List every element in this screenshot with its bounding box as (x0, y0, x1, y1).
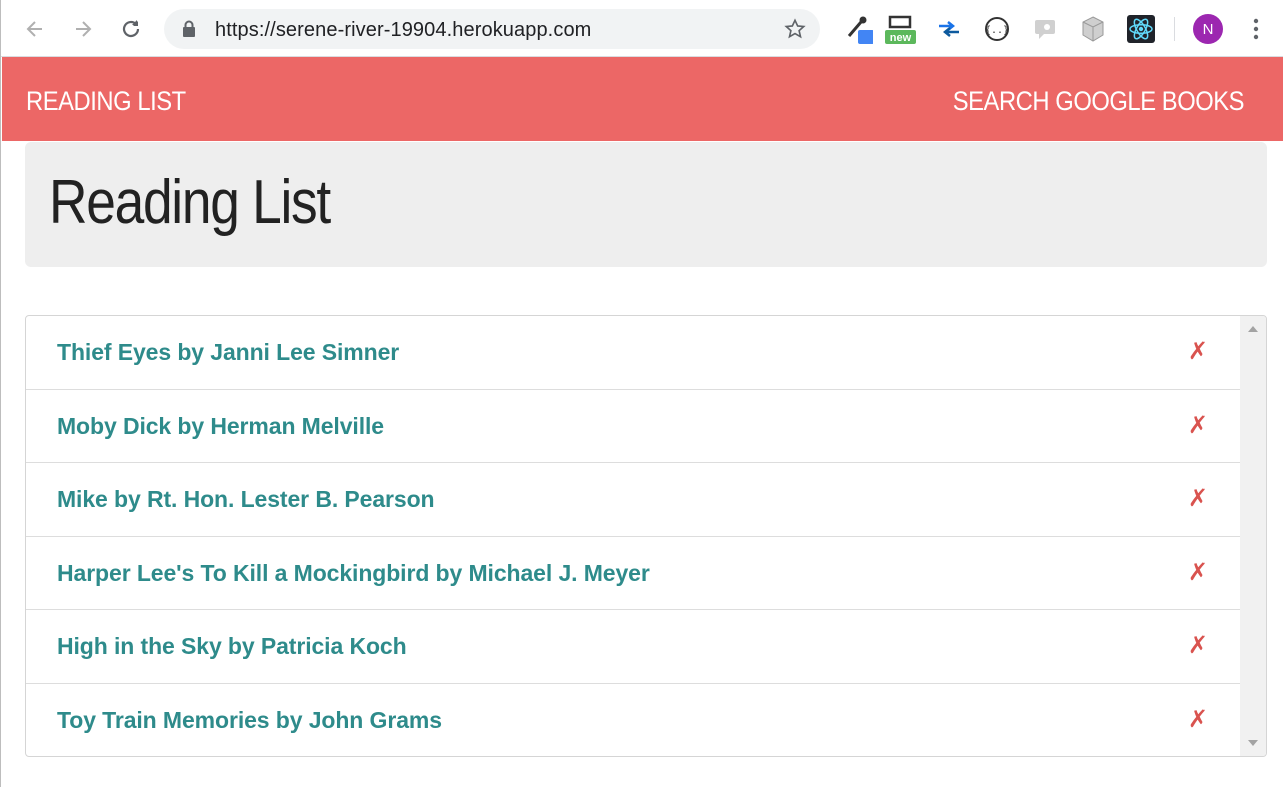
browser-toolbar: https://serene-river-19904.herokuapp.com… (1, 0, 1283, 57)
scroll-up-arrow-icon[interactable] (1248, 326, 1258, 332)
delete-button[interactable]: ✗ (1188, 411, 1208, 439)
address-bar[interactable]: https://serene-river-19904.herokuapp.com (164, 9, 820, 49)
bookmark-star-icon[interactable] (784, 18, 806, 40)
new-badge: new (890, 32, 912, 44)
more-vert-icon (1253, 18, 1259, 40)
book-title-link[interactable]: Toy Train Memories by John Grams (57, 707, 442, 734)
profile-avatar[interactable]: N (1193, 14, 1223, 44)
reload-button[interactable] (115, 13, 147, 45)
list-item: High in the Sky by Patricia Koch ✗ (26, 610, 1240, 684)
back-arrow-icon (26, 21, 42, 37)
screen-capture-icon[interactable]: new (884, 13, 916, 45)
reload-icon (122, 20, 140, 38)
toolbar-separator (1174, 17, 1175, 41)
app-navbar: READING LIST SEARCH GOOGLE BOOKS (2, 57, 1283, 141)
list-item: Toy Train Memories by John Grams ✗ (26, 684, 1240, 756)
search-google-books-link[interactable]: SEARCH GOOGLE BOOKS (953, 86, 1245, 117)
cube-icon[interactable] (1077, 13, 1109, 45)
eyedropper-icon[interactable] (843, 13, 875, 45)
back-button[interactable] (19, 13, 51, 45)
react-devtools-icon[interactable] (1125, 13, 1157, 45)
delete-button[interactable]: ✗ (1188, 558, 1208, 586)
menu-button[interactable] (1244, 14, 1268, 44)
chat-icon[interactable] (1029, 13, 1061, 45)
lock-icon (183, 20, 195, 37)
book-title-link[interactable]: Moby Dick by Herman Melville (57, 413, 384, 440)
book-title-link[interactable]: High in the Sky by Patricia Koch (57, 633, 407, 660)
list-item: Moby Dick by Herman Melville ✗ (26, 390, 1240, 464)
delete-button[interactable]: ✗ (1188, 631, 1208, 659)
forward-button[interactable] (67, 13, 99, 45)
page-title: Reading List (49, 168, 331, 237)
book-title-link[interactable]: Harper Lee's To Kill a Mockingbird by Mi… (57, 560, 650, 587)
forward-arrow-icon (76, 21, 92, 37)
page-header: Reading List (25, 142, 1267, 267)
list-item: Harper Lee's To Kill a Mockingbird by Mi… (26, 537, 1240, 611)
scroll-down-arrow-icon[interactable] (1248, 740, 1258, 746)
delete-button[interactable]: ✗ (1188, 337, 1208, 365)
book-title-link[interactable]: Mike by Rt. Hon. Lester B. Pearson (57, 486, 435, 513)
url-text: https://serene-river-19904.herokuapp.com (215, 19, 592, 41)
delete-button[interactable]: ✗ (1188, 484, 1208, 512)
json-viewer-icon[interactable]: {..} (981, 13, 1013, 45)
list-item: Thief Eyes by Janni Lee Simner ✗ (26, 316, 1240, 390)
book-list: Thief Eyes by Janni Lee Simner ✗ Moby Di… (25, 315, 1267, 757)
delete-button[interactable]: ✗ (1188, 705, 1208, 733)
list-item: Mike by Rt. Hon. Lester B. Pearson ✗ (26, 463, 1240, 537)
list-scrollbar[interactable] (1240, 316, 1266, 756)
book-title-link[interactable]: Thief Eyes by Janni Lee Simner (57, 339, 399, 366)
brand-link[interactable]: READING LIST (26, 86, 186, 117)
svg-text:{..}: {..} (985, 25, 1009, 36)
arrows-icon[interactable] (933, 13, 965, 45)
